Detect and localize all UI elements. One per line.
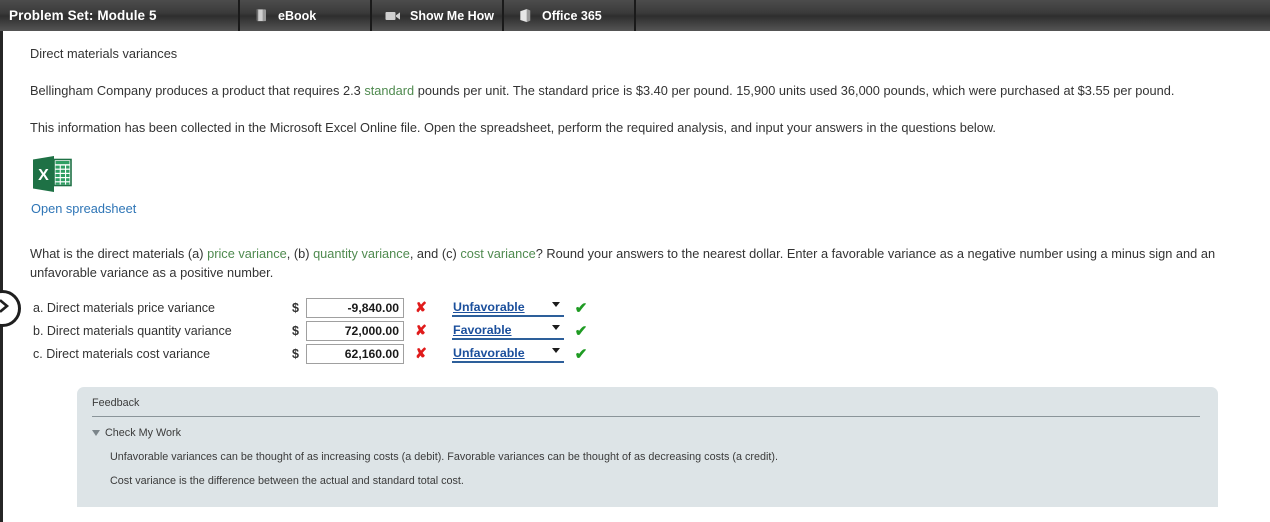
price-variance-value-mark: ✘	[415, 299, 427, 316]
check-my-work-toggle[interactable]: Check My Work	[77, 417, 1218, 439]
price-variance-select[interactable]: Unfavorable	[452, 298, 564, 318]
price-variance-select-mark: ✔	[574, 299, 588, 317]
price-variance-select-value: Unfavorable	[453, 299, 525, 314]
excel-icon[interactable]: X	[31, 155, 73, 193]
price-variance-input[interactable]	[306, 297, 404, 318]
quantity-variance-select[interactable]: Favorable	[452, 321, 564, 341]
quantity-variance-input[interactable]	[306, 320, 404, 341]
question-part3: , and (c)	[409, 245, 461, 261]
svg-text:X: X	[38, 167, 49, 184]
cost-variance-input[interactable]	[306, 343, 404, 364]
question-text: What is the direct materials (a) price v…	[30, 244, 1244, 282]
glossary-link-standard[interactable]: standard	[364, 83, 414, 98]
check-my-work-label: Check My Work	[105, 427, 181, 440]
toolbar-filler	[636, 0, 1270, 31]
cost-variance-value-mark: ✘	[415, 345, 427, 362]
quantity-variance-select-mark: ✔	[574, 322, 588, 340]
problem-statement-part2: pounds per unit. The standard price is $…	[414, 83, 1175, 99]
answer-label-b: b. Direct materials quantity variance	[33, 323, 232, 338]
cost-variance-select-value: Unfavorable	[453, 345, 525, 360]
question-part1: What is the direct materials (a)	[30, 245, 208, 261]
chevron-down-icon	[552, 302, 560, 308]
currency-symbol-a: $	[292, 300, 299, 315]
spreadsheet-block: X Open spreadsheet	[31, 155, 1244, 218]
tab-show-me-how-label: Show Me How	[410, 8, 495, 23]
chevron-right-icon	[0, 299, 10, 318]
answer-row-b: b. Direct materials quantity variance $ …	[30, 319, 1244, 342]
problem-statement-part1: Bellingham Company produces a product th…	[30, 83, 365, 99]
tab-office-365[interactable]: Office 365	[504, 0, 636, 31]
currency-symbol-b: $	[292, 323, 299, 338]
video-camera-icon	[385, 8, 401, 24]
quantity-variance-select-value: Favorable	[453, 322, 512, 337]
glossary-link-price-variance[interactable]: price variance	[207, 246, 287, 261]
question-part2: , (b)	[286, 245, 314, 261]
page-title: Problem Set: Module 5	[0, 0, 240, 31]
glossary-link-cost-variance[interactable]: cost variance	[460, 246, 535, 261]
book-icon	[253, 8, 269, 24]
answer-label-a: a. Direct materials price variance	[33, 300, 216, 315]
feedback-line-1: Unfavorable variances can be thought of …	[110, 451, 778, 464]
currency-symbol-c: $	[292, 346, 299, 361]
instruction-text: This information has been collected in t…	[30, 119, 996, 135]
feedback-line-2: Cost variance is the difference between …	[110, 475, 464, 488]
problem-content-area: Direct materials variances Bellingham Co…	[0, 31, 1270, 522]
office-365-icon	[517, 8, 533, 24]
tab-office-365-label: Office 365	[542, 8, 602, 23]
problem-statement: Bellingham Company produces a product th…	[30, 82, 1244, 99]
chevron-down-icon	[552, 348, 560, 354]
tab-ebook[interactable]: eBook	[240, 0, 372, 31]
cost-variance-select-mark: ✔	[574, 345, 588, 363]
open-spreadsheet-link[interactable]: Open spreadsheet	[31, 201, 136, 216]
feedback-panel: Feedback Check My Work Unfavorable varia…	[77, 387, 1218, 508]
tab-show-me-how[interactable]: Show Me How	[372, 0, 504, 31]
answer-row-a: a. Direct materials price variance $ ✘ U…	[30, 296, 1244, 319]
tab-ebook-label: eBook	[278, 8, 317, 23]
problem-heading: Direct materials variances	[30, 46, 178, 61]
top-toolbar: Problem Set: Module 5 eBook Show Me How	[0, 0, 1270, 31]
chevron-down-icon	[552, 325, 560, 331]
caret-down-icon	[92, 430, 100, 437]
glossary-link-quantity-variance[interactable]: quantity variance	[313, 246, 410, 261]
answers-list: a. Direct materials price variance $ ✘ U…	[30, 296, 1244, 365]
quantity-variance-value-mark: ✘	[415, 322, 427, 339]
cost-variance-select[interactable]: Unfavorable	[452, 344, 564, 364]
answer-row-c: c. Direct materials cost variance $ ✘ Un…	[30, 342, 1244, 365]
feedback-title: Feedback	[92, 397, 140, 410]
answer-label-c: c. Direct materials cost variance	[33, 346, 211, 361]
